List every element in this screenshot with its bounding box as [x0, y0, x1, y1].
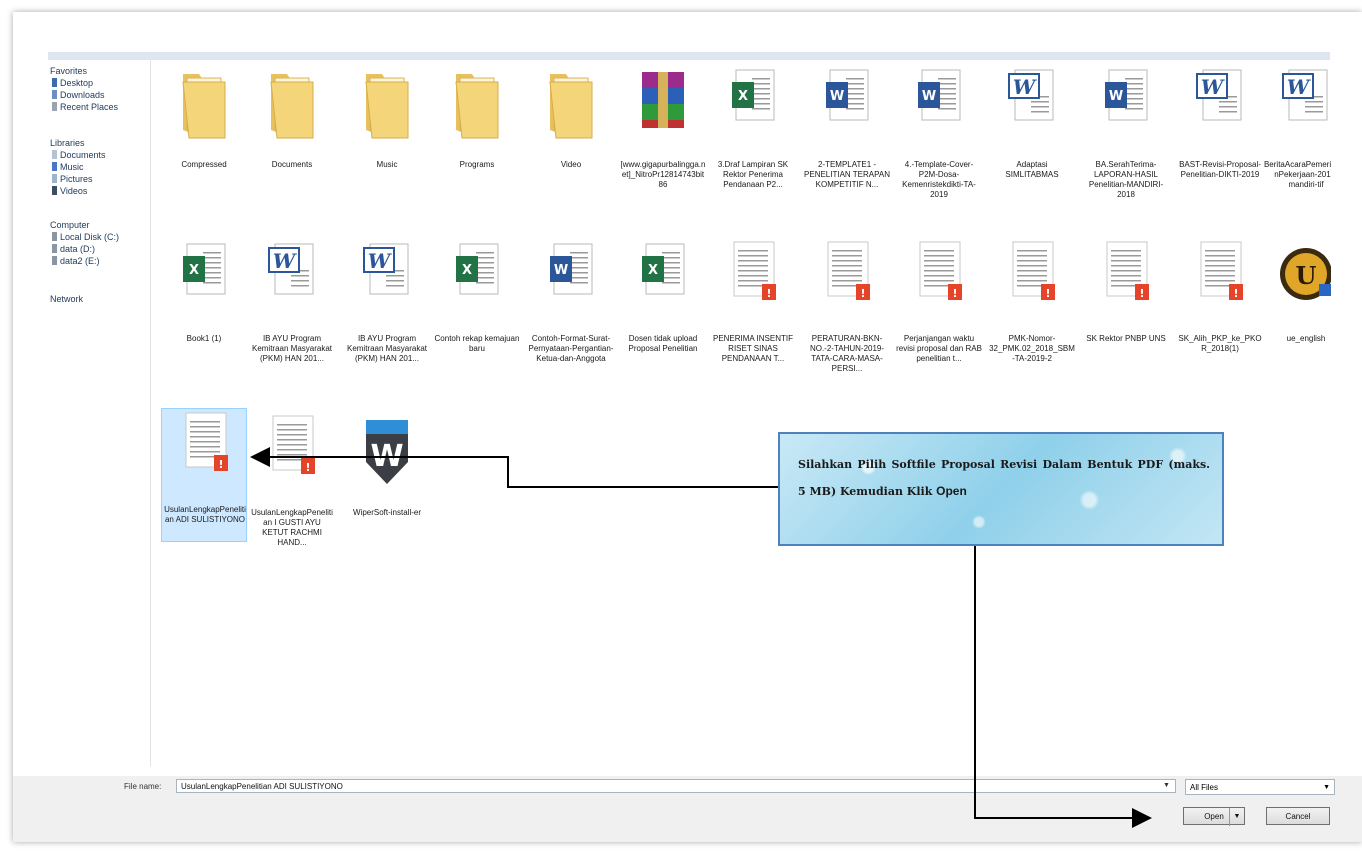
callout-text: Silahkan Pilih Softfile Proposal Revisi …	[798, 458, 1210, 498]
arrow-to-selected-file	[250, 447, 778, 488]
instruction-callout: Silahkan Pilih Softfile Proposal Revisi …	[778, 432, 1224, 546]
callout-open-word: Open	[936, 484, 967, 498]
annotation-arrows	[250, 447, 1152, 828]
arrow-to-open-button	[974, 546, 1152, 828]
